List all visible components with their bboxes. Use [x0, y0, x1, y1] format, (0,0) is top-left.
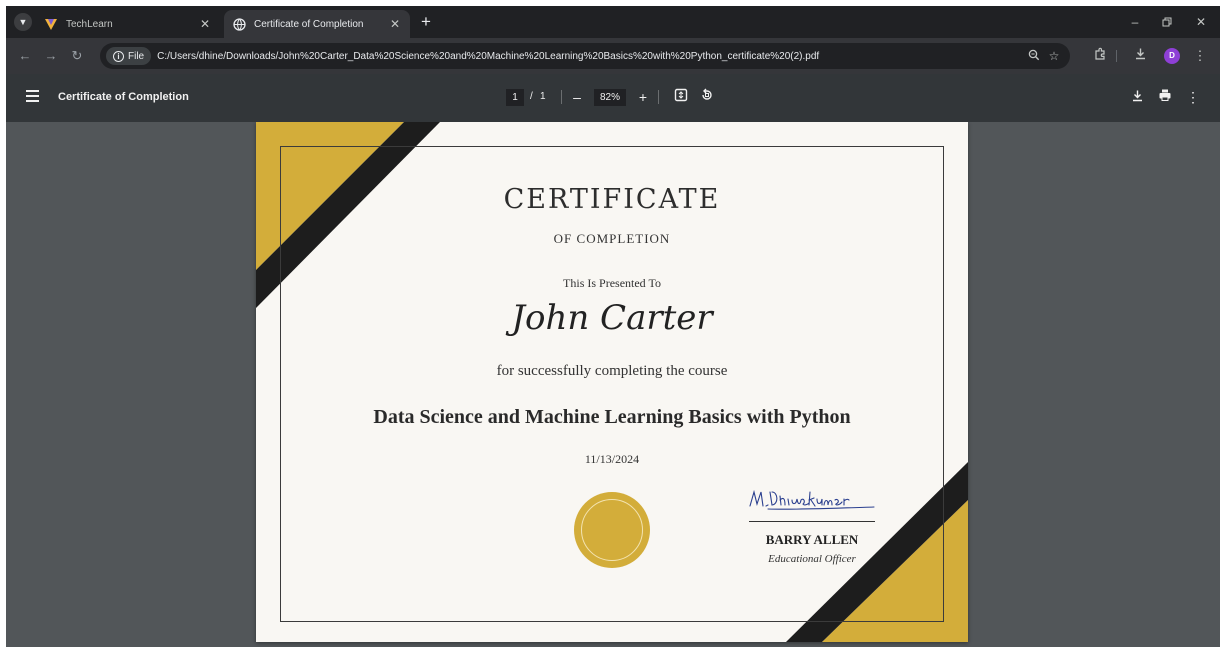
total-pages: 1 — [540, 91, 546, 102]
gold-seal — [574, 492, 650, 568]
url-text[interactable]: C:/Users/dhine/Downloads/John%20Carter_D… — [157, 51, 1024, 62]
course-name: Data Science and Machine Learning Basics… — [373, 406, 851, 428]
signature — [749, 489, 875, 510]
signature-line — [749, 521, 875, 522]
page-separator: / — [530, 91, 533, 102]
presented-to-text: This Is Presented To — [563, 276, 661, 290]
signer-role: Educational Officer — [768, 553, 856, 565]
more-icon[interactable]: ⋮ — [1190, 47, 1210, 65]
close-icon[interactable]: ✕ — [388, 17, 402, 31]
close-icon[interactable]: ✕ — [198, 17, 212, 31]
reload-icon[interactable]: ↻ — [68, 47, 86, 65]
extensions-icon[interactable] — [1090, 47, 1110, 65]
recipient-name: John Carter — [511, 298, 713, 338]
globe-icon — [232, 17, 246, 31]
chip-label: File — [128, 50, 145, 62]
tab-title: Certificate of Completion — [254, 18, 364, 30]
zoom-icon[interactable] — [1024, 49, 1044, 64]
tab-list-icon[interactable]: ▼ — [14, 13, 32, 31]
certificate-title: CERTIFICATE — [503, 184, 721, 215]
techlearn-logo-icon — [44, 17, 58, 31]
pdf-toolbar: Certificate of Completion 1 / 1 – 82% + … — [6, 74, 1220, 122]
forward-icon[interactable]: → — [42, 47, 60, 65]
tab-certificate[interactable]: Certificate of Completion ✕ — [224, 10, 410, 38]
site-info-chip[interactable]: i File — [106, 47, 152, 65]
tab-title: TechLearn — [66, 18, 113, 30]
print-icon[interactable] — [1156, 88, 1174, 106]
back-icon[interactable]: ← — [16, 47, 34, 65]
restore-icon[interactable] — [1152, 10, 1182, 34]
certificate-subtitle: OF COMPLETION — [553, 231, 671, 246]
browser-toolbar: ← → ↻ i File C:/Users/dhine/Downloads/Jo… — [6, 38, 1220, 74]
zoom-out-button[interactable]: – — [568, 88, 586, 106]
more-icon[interactable]: ⋮ — [1184, 88, 1202, 106]
download-icon[interactable] — [1128, 88, 1146, 106]
star-icon[interactable]: ☆ — [1044, 49, 1064, 63]
document-title: Certificate of Completion — [58, 91, 189, 103]
zoom-in-button[interactable]: + — [634, 88, 652, 106]
toolbar-divider — [658, 90, 659, 104]
menu-icon[interactable] — [26, 90, 39, 102]
zoom-input[interactable]: 82% — [594, 89, 626, 106]
pdf-viewer[interactable]: CERTIFICATE OF COMPLETION This Is Presen… — [6, 122, 1220, 647]
rotate-icon[interactable] — [698, 88, 716, 106]
avatar[interactable]: D — [1164, 48, 1180, 64]
fit-page-icon[interactable] — [672, 88, 690, 106]
download-icon[interactable] — [1130, 47, 1150, 65]
certificate-date: 11/13/2024 — [584, 452, 640, 466]
tab-techlearn[interactable]: TechLearn ✕ — [36, 10, 220, 38]
new-tab-button[interactable]: + — [416, 12, 436, 32]
browser-window: ▼ TechLearn ✕ Certificate of Completion … — [6, 6, 1220, 647]
info-icon: i — [113, 50, 124, 62]
toolbar-divider — [561, 90, 562, 104]
signer-name: BARRY ALLEN — [765, 532, 859, 547]
tab-strip: ▼ TechLearn ✕ Certificate of Completion … — [6, 6, 1220, 38]
certificate-page: CERTIFICATE OF COMPLETION This Is Presen… — [256, 122, 968, 642]
minimize-icon[interactable]: – — [1120, 10, 1150, 34]
close-icon[interactable]: ✕ — [1186, 10, 1216, 34]
page-number-input[interactable]: 1 — [506, 89, 524, 106]
address-bar[interactable]: i File C:/Users/dhine/Downloads/John%20C… — [100, 43, 1070, 69]
toolbar-divider — [1116, 50, 1117, 62]
completion-text: for successfully completing the course — [496, 363, 728, 379]
